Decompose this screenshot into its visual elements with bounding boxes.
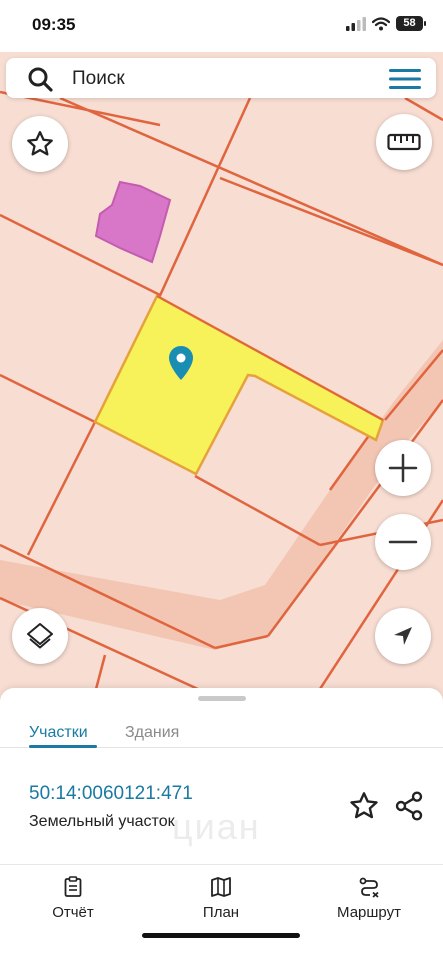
tab-bar: Участки Здания	[0, 704, 443, 748]
tab-parcels[interactable]: Участки	[29, 724, 88, 742]
map-plan-icon	[211, 877, 231, 897]
search-input[interactable]: Поиск	[72, 68, 125, 90]
route-icon	[359, 877, 379, 898]
status-bar: 09:35 58	[0, 0, 443, 52]
selected-parcel	[93, 294, 385, 476]
watermark: циан	[172, 806, 261, 847]
location-pin-icon[interactable]	[168, 345, 194, 381]
zoom-out-button[interactable]	[375, 514, 431, 570]
favorite-map-button[interactable]	[12, 116, 68, 172]
zoom-in-button[interactable]	[375, 440, 431, 496]
nav-plan[interactable]: План	[166, 876, 276, 921]
building-footprint	[94, 180, 172, 264]
parcel-type: Земельный участок	[29, 813, 175, 830]
share-icon[interactable]	[393, 790, 425, 822]
nav-route[interactable]: Маршрут	[314, 876, 424, 921]
signal-icon	[346, 16, 366, 31]
status-time: 09:35	[32, 15, 76, 34]
nav-report-label: Отчёт	[52, 904, 94, 921]
divider	[0, 864, 443, 865]
ruler-icon	[387, 133, 421, 151]
wifi-icon	[372, 16, 390, 30]
layers-icon	[27, 623, 53, 649]
home-indicator	[142, 933, 300, 938]
zoom-in-icon	[388, 453, 418, 483]
bottom-sheet[interactable]: Участки Здания циан 50:14:0060121:471 Зе…	[0, 688, 443, 960]
ruler-button[interactable]	[376, 114, 432, 170]
report-icon	[64, 876, 82, 897]
sheet-drag-handle[interactable]	[198, 696, 246, 701]
tab-buildings[interactable]: Здания	[125, 724, 179, 742]
nav-report[interactable]: Отчёт	[18, 876, 128, 921]
my-location-button[interactable]	[375, 608, 431, 664]
search-icon[interactable]	[26, 65, 54, 93]
status-icons: 58	[346, 16, 426, 31]
layers-button[interactable]	[12, 608, 68, 664]
zoom-out-icon	[388, 540, 418, 544]
menu-icon[interactable]	[388, 67, 422, 91]
cadastral-number[interactable]: 50:14:0060121:471	[29, 783, 193, 805]
nav-route-label: Маршрут	[337, 904, 401, 921]
favorite-star-icon[interactable]	[348, 790, 380, 822]
nav-plan-label: План	[202, 904, 240, 921]
navigate-icon	[394, 627, 412, 645]
active-tab-indicator	[29, 745, 97, 748]
battery-icon: 58	[396, 16, 426, 31]
search-bar[interactable]: Поиск	[6, 58, 436, 98]
star-icon	[27, 131, 53, 156]
